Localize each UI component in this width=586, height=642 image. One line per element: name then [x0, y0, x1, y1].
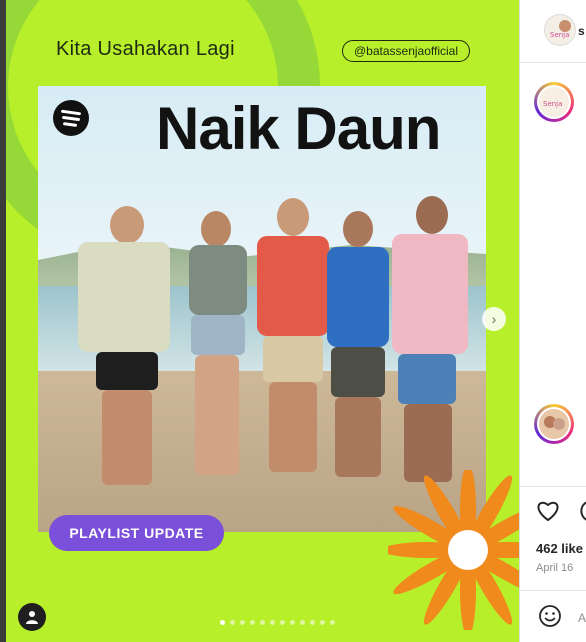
carousel-dot[interactable]: [220, 620, 225, 625]
carousel-dot[interactable]: [330, 620, 335, 625]
heart-icon[interactable]: [536, 500, 560, 522]
playlist-cover: Naik Daun: [38, 86, 486, 532]
divider: [520, 590, 586, 591]
cover-title: Naik Daun: [156, 95, 441, 162]
username-truncated[interactable]: s: [578, 24, 585, 38]
avatar[interactable]: [534, 404, 574, 444]
carousel-dot[interactable]: [280, 620, 285, 625]
band-member-3: [253, 198, 333, 478]
chevron-right-icon[interactable]: ›: [482, 307, 506, 331]
carousel-dot[interactable]: [260, 620, 265, 625]
comment-input[interactable]: A: [578, 611, 586, 625]
comment-icon[interactable]: [576, 500, 586, 522]
band-member-1: [68, 206, 178, 496]
post-title: Kita Usahakan Lagi: [56, 38, 235, 60]
spotify-icon: [53, 100, 89, 136]
carousel-dots: [220, 620, 335, 625]
band-member-5: [388, 196, 473, 486]
avatar[interactable]: Senja: [544, 14, 576, 46]
carousel-dot[interactable]: [250, 620, 255, 625]
carousel-dot[interactable]: [240, 620, 245, 625]
carousel-dot[interactable]: [310, 620, 315, 625]
band-member-4: [323, 211, 393, 481]
emoji-icon[interactable]: [538, 604, 562, 628]
band-member-2: [183, 211, 253, 481]
flower-decoration: [388, 470, 519, 630]
carousel-dot[interactable]: [270, 620, 275, 625]
playlist-update-badge: PLAYLIST UPDATE: [49, 515, 224, 551]
post-date: April 16: [536, 562, 574, 574]
carousel-dot[interactable]: [290, 620, 295, 625]
svg-text:Senja: Senja: [550, 31, 569, 39]
divider: [520, 486, 586, 487]
divider: [520, 62, 586, 63]
handle-pill: @batassenjaofficial: [342, 40, 470, 62]
post-image[interactable]: Kita Usahakan Lagi @batassenjaofficial N…: [6, 0, 519, 642]
user-icon[interactable]: [18, 603, 46, 631]
carousel-dot[interactable]: [230, 620, 235, 625]
carousel-dot[interactable]: [300, 620, 305, 625]
likes-count[interactable]: 462 like: [536, 541, 583, 556]
avatar[interactable]: Senja: [534, 82, 574, 122]
svg-text:Senja: Senja: [543, 100, 562, 108]
carousel-dot[interactable]: [320, 620, 325, 625]
post-side-panel: Senja s Senja 462 like April 16 A: [519, 0, 586, 642]
